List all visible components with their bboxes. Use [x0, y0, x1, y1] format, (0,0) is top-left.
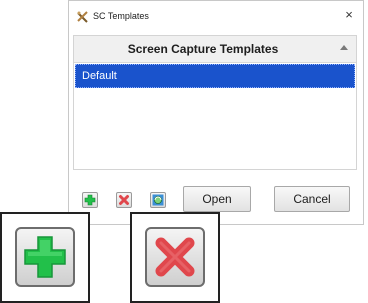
sc-templates-icon	[77, 11, 88, 23]
open-button[interactable]: Open	[183, 186, 251, 212]
zoomed-delete-button	[145, 227, 205, 287]
import-template-button[interactable]	[150, 192, 166, 208]
add-template-button[interactable]	[82, 192, 98, 208]
globe-refresh-icon	[152, 194, 164, 206]
sort-ascending-icon	[340, 45, 348, 50]
templates-list: Screen Capture Templates Default	[73, 35, 357, 170]
column-header-label: Screen Capture Templates	[127, 42, 279, 56]
plus-icon	[84, 194, 96, 206]
zoomed-delete-callout	[130, 212, 220, 303]
list-item-label: Default	[82, 70, 117, 82]
zoomed-add-callout	[0, 212, 90, 303]
title-bar: SC Templates ×	[69, 1, 363, 33]
x-icon	[155, 237, 195, 277]
list-item-default[interactable]: Default	[75, 64, 355, 88]
delete-template-button[interactable]	[116, 192, 132, 208]
zoomed-add-button	[15, 227, 75, 287]
window-title: SC Templates	[93, 11, 149, 21]
list-column-header[interactable]: Screen Capture Templates	[74, 36, 356, 63]
plus-icon	[24, 236, 66, 278]
close-button[interactable]: ×	[341, 7, 357, 23]
cancel-button[interactable]: Cancel	[274, 186, 350, 212]
x-icon	[119, 195, 129, 205]
sc-templates-dialog: SC Templates × Screen Capture Templates …	[68, 0, 364, 225]
